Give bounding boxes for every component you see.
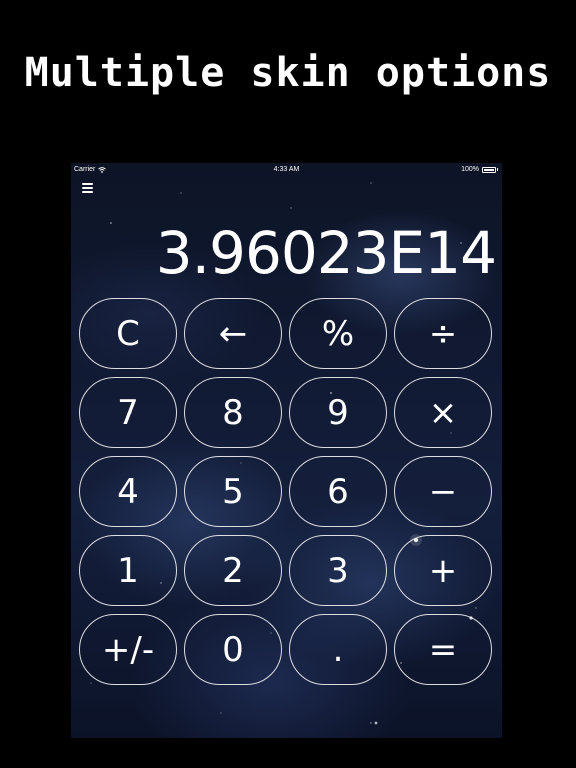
promo-page: Multiple skin options Carrier 4:33 AM 10… — [0, 0, 576, 768]
digit-3-button[interactable]: 3 — [289, 535, 387, 606]
key-label: 4 — [117, 471, 139, 512]
subtract-button[interactable]: − — [394, 456, 492, 527]
divide-button[interactable]: ÷ — [394, 298, 492, 369]
calculator-display: 3.96023E14 — [155, 219, 497, 287]
add-button[interactable]: + — [394, 535, 492, 606]
key-label: + — [428, 550, 458, 591]
key-label: 3 — [327, 550, 349, 591]
digit-9-button[interactable]: 9 — [289, 377, 387, 448]
battery-tip — [497, 168, 498, 171]
key-label: % — [321, 313, 355, 354]
sign-toggle-button[interactable]: +/- — [79, 614, 177, 685]
status-bar: Carrier 4:33 AM 100% — [71, 163, 502, 177]
key-label: ÷ — [428, 313, 458, 354]
menu-line — [82, 183, 93, 185]
key-label: 8 — [222, 392, 244, 433]
key-label: +/- — [101, 629, 155, 670]
key-label: 9 — [327, 392, 349, 433]
key-label: 7 — [117, 392, 139, 433]
promo-heading: Multiple skin options — [24, 50, 552, 96]
key-label: 2 — [222, 550, 244, 591]
equals-button[interactable]: = — [394, 614, 492, 685]
menu-line — [82, 187, 93, 189]
key-label: C — [116, 313, 140, 354]
key-label: × — [428, 392, 458, 433]
digit-5-button[interactable]: 5 — [184, 456, 282, 527]
battery-icon — [482, 166, 496, 173]
key-label: . — [332, 629, 344, 670]
backspace-button[interactable]: ← — [184, 298, 282, 369]
digit-7-button[interactable]: 7 — [79, 377, 177, 448]
digit-2-button[interactable]: 2 — [184, 535, 282, 606]
digit-8-button[interactable]: 8 — [184, 377, 282, 448]
percent-button[interactable]: % — [289, 298, 387, 369]
key-label: 5 — [222, 471, 244, 512]
menu-line — [82, 191, 93, 193]
key-label: 6 — [327, 471, 349, 512]
digit-0-button[interactable]: 0 — [184, 614, 282, 685]
multiply-button[interactable]: × — [394, 377, 492, 448]
hamburger-menu-icon[interactable] — [82, 183, 93, 193]
decimal-button[interactable]: . — [289, 614, 387, 685]
key-label: − — [428, 471, 458, 512]
keypad: C ←% ÷ 7 8 9 × 4 5 6 − 1 2 3 + +/- 0. = — [79, 298, 495, 685]
key-label: 1 — [117, 550, 139, 591]
status-time: 4:33 AM — [273, 166, 300, 173]
digit-6-button[interactable]: 6 — [289, 456, 387, 527]
calculator-screen: Carrier 4:33 AM 100% 3.96023E14 C ←% ÷ 7 8 9 ×… — [71, 163, 502, 738]
digit-4-button[interactable]: 4 — [79, 456, 177, 527]
key-label: 0 — [222, 629, 244, 670]
clear-button[interactable]: C — [79, 298, 177, 369]
battery-percent: 100% — [461, 166, 479, 173]
key-label: = — [428, 629, 458, 670]
key-label: ← — [218, 313, 248, 354]
status-battery: 100% — [461, 166, 498, 173]
digit-1-button[interactable]: 1 — [79, 535, 177, 606]
